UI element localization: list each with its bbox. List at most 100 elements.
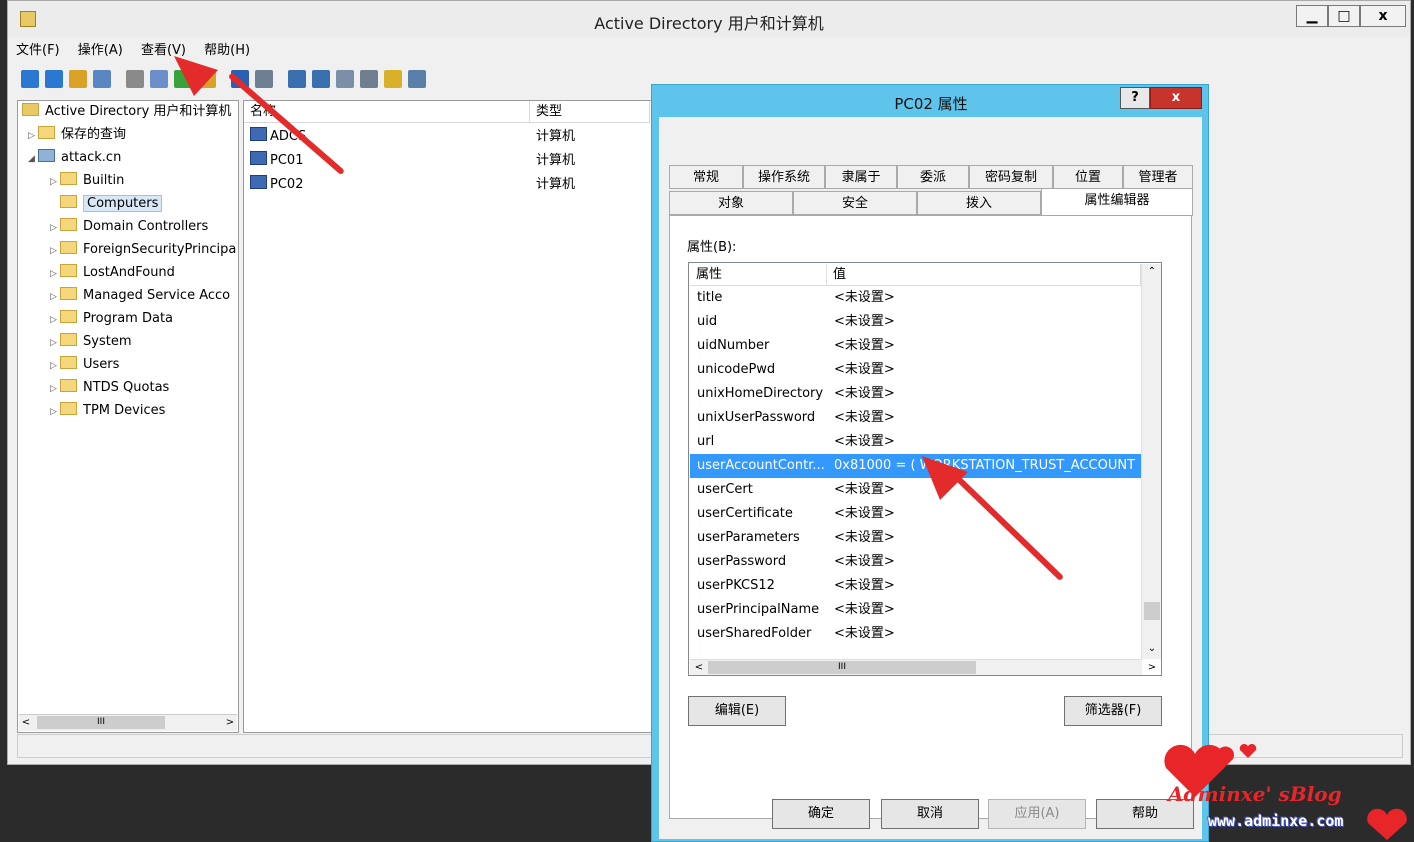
tree-item-ntds-quotas[interactable]: ▷ NTDS Quotas — [50, 377, 169, 399]
tree-item-computers[interactable]: Computers — [50, 193, 163, 215]
tree-item-saved-queries[interactable]: ▷ 保存的查询 — [28, 124, 126, 146]
expand-icon[interactable]: ▷ — [50, 401, 60, 423]
attribute-row[interactable]: uidNumber <未设置> — [690, 334, 1141, 358]
attribute-row[interactable]: url <未设置> — [690, 430, 1141, 454]
edit-button[interactable]: 编辑(E) — [688, 696, 786, 726]
clipboard-icon[interactable] — [126, 70, 144, 88]
new-ou-icon[interactable] — [336, 70, 354, 88]
tree-item-system[interactable]: ▷ System — [50, 331, 131, 353]
scroll-left-icon[interactable]: < — [692, 660, 706, 675]
attribute-row[interactable]: userAccountContr... 0x81000 = ( WORKSTATI… — [690, 454, 1141, 478]
attribute-row[interactable]: title <未设置> — [690, 286, 1141, 310]
attribute-row[interactable]: unicodePwd <未设置> — [690, 358, 1141, 382]
scroll-right-icon[interactable]: > — [1142, 660, 1161, 675]
tree-item-domain-controllers[interactable]: ▷ Domain Controllers — [50, 216, 208, 238]
tab-5[interactable]: 位置 — [1053, 165, 1123, 189]
tab-2[interactable]: 隶属于 — [825, 165, 897, 189]
ok-button[interactable]: 确定 — [772, 799, 870, 829]
attribute-name: userCertificate — [697, 506, 793, 521]
expand-icon[interactable]: ▷ — [50, 332, 60, 354]
forward-icon[interactable] — [45, 70, 63, 88]
find-icon[interactable] — [384, 70, 402, 88]
tab-attribute-editor[interactable]: 属性编辑器 — [1041, 188, 1193, 216]
tree-item-users[interactable]: ▷ Users — [50, 354, 119, 376]
tree-root[interactable]: Active Directory 用户和计算机 — [22, 101, 231, 123]
maximize-button[interactable]: □ — [1328, 5, 1360, 27]
tab-6[interactable]: 管理者 — [1123, 165, 1193, 189]
tab-4[interactable]: 密码复制 — [969, 165, 1053, 189]
tree-horizontal-scrollbar[interactable]: < III > — [19, 714, 237, 731]
folder-icon — [60, 310, 77, 323]
dialog-close-button[interactable]: x — [1150, 87, 1202, 109]
scroll-down-icon[interactable]: ⌄ — [1142, 641, 1161, 657]
attribute-vertical-scrollbar[interactable]: ⌃ ⌄ — [1141, 264, 1161, 659]
collapse-icon[interactable]: ◢ — [28, 148, 38, 170]
console-icon[interactable] — [255, 70, 273, 88]
expand-icon[interactable]: ▷ — [50, 355, 60, 377]
show-tree-icon[interactable] — [93, 70, 111, 88]
expand-icon[interactable]: ▷ — [50, 309, 60, 331]
expand-icon[interactable]: ▷ — [50, 286, 60, 308]
attribute-row[interactable]: userCertificate <未设置> — [690, 502, 1141, 526]
expand-icon[interactable]: ▷ — [50, 240, 60, 262]
list-row[interactable]: PC02 计算机 — [244, 173, 662, 197]
tab-row2-0[interactable]: 对象 — [669, 191, 793, 215]
scroll-right-icon[interactable]: > — [223, 715, 237, 731]
tab-3[interactable]: 委派 — [897, 165, 969, 189]
expand-icon[interactable]: ▷ — [50, 217, 60, 239]
attribute-row[interactable]: userPKCS12 <未设置> — [690, 574, 1141, 598]
filter-button[interactable]: 筛选器(F) — [1064, 696, 1162, 726]
arrow-head-menu — [174, 56, 218, 96]
attribute-row[interactable]: userPrincipalName <未设置> — [690, 598, 1141, 622]
add-to-group-icon[interactable] — [408, 70, 426, 88]
minimize-button[interactable]: ▁ — [1296, 5, 1328, 27]
tree-item-program-data[interactable]: ▷ Program Data — [50, 308, 173, 330]
apply-button[interactable]: 应用(A) — [988, 799, 1086, 829]
scroll-left-icon[interactable]: < — [19, 715, 33, 731]
tree-item-builtin[interactable]: ▷ Builtin — [50, 170, 124, 192]
export-icon[interactable] — [150, 70, 168, 88]
tab-row2-1[interactable]: 安全 — [793, 191, 917, 215]
back-icon[interactable] — [21, 70, 39, 88]
scroll-thumb[interactable]: III — [708, 661, 976, 674]
attribute-row[interactable]: unixUserPassword <未设置> — [690, 406, 1141, 430]
attribute-row[interactable]: userPassword <未设置> — [690, 550, 1141, 574]
tab-0[interactable]: 常规 — [669, 165, 743, 189]
cancel-button[interactable]: 取消 — [881, 799, 979, 829]
attribute-row[interactable]: userCert <未设置> — [690, 478, 1141, 502]
tab-1[interactable]: 操作系统 — [743, 165, 825, 189]
new-user-icon[interactable] — [288, 70, 306, 88]
column-header-value[interactable]: 值 — [827, 264, 1141, 286]
menu-action[interactable]: 操作(A) — [78, 39, 123, 63]
attribute-row[interactable]: unixHomeDirectory <未设置> — [690, 382, 1141, 406]
up-icon[interactable] — [69, 70, 87, 88]
tree-item-foreignsecurityprincipa[interactable]: ▷ ForeignSecurityPrincipa — [50, 239, 236, 261]
scroll-up-icon[interactable]: ⌃ — [1142, 264, 1161, 280]
attribute-value: <未设置> — [834, 410, 895, 425]
menu-file[interactable]: 文件(F) — [16, 39, 60, 63]
attribute-horizontal-scrollbar[interactable]: < III > — [690, 659, 1156, 675]
attribute-value: <未设置> — [834, 434, 895, 449]
column-header-type[interactable]: 类型 — [530, 101, 650, 123]
expand-icon[interactable]: ▷ — [28, 125, 38, 147]
filter-icon[interactable] — [360, 70, 378, 88]
expand-icon[interactable]: ▷ — [50, 171, 60, 193]
tree-item-managed-service-acco[interactable]: ▷ Managed Service Acco — [50, 285, 230, 307]
tree-item-domain[interactable]: ◢ attack.cn — [28, 147, 121, 169]
list-row[interactable]: PC01 计算机 — [244, 149, 662, 173]
attribute-row[interactable]: userParameters <未设置> — [690, 526, 1141, 550]
tree-item-lostandfound[interactable]: ▷ LostAndFound — [50, 262, 175, 284]
scroll-thumb[interactable]: III — [37, 716, 165, 729]
new-group-icon[interactable] — [312, 70, 330, 88]
column-header-attribute[interactable]: 属性 — [690, 264, 827, 286]
folder-icon — [60, 241, 77, 254]
expand-icon[interactable]: ▷ — [50, 378, 60, 400]
tree-item-tpm-devices[interactable]: ▷ TPM Devices — [50, 400, 165, 422]
attribute-row[interactable]: userSharedFolder <未设置> — [690, 622, 1141, 646]
tab-row2-2[interactable]: 拨入 — [917, 191, 1041, 215]
scroll-thumb[interactable] — [1144, 602, 1160, 620]
attribute-row[interactable]: uid <未设置> — [690, 310, 1141, 334]
close-button[interactable]: x — [1360, 5, 1406, 27]
expand-icon[interactable]: ▷ — [50, 263, 60, 285]
dialog-help-button[interactable]: ? — [1120, 87, 1150, 109]
